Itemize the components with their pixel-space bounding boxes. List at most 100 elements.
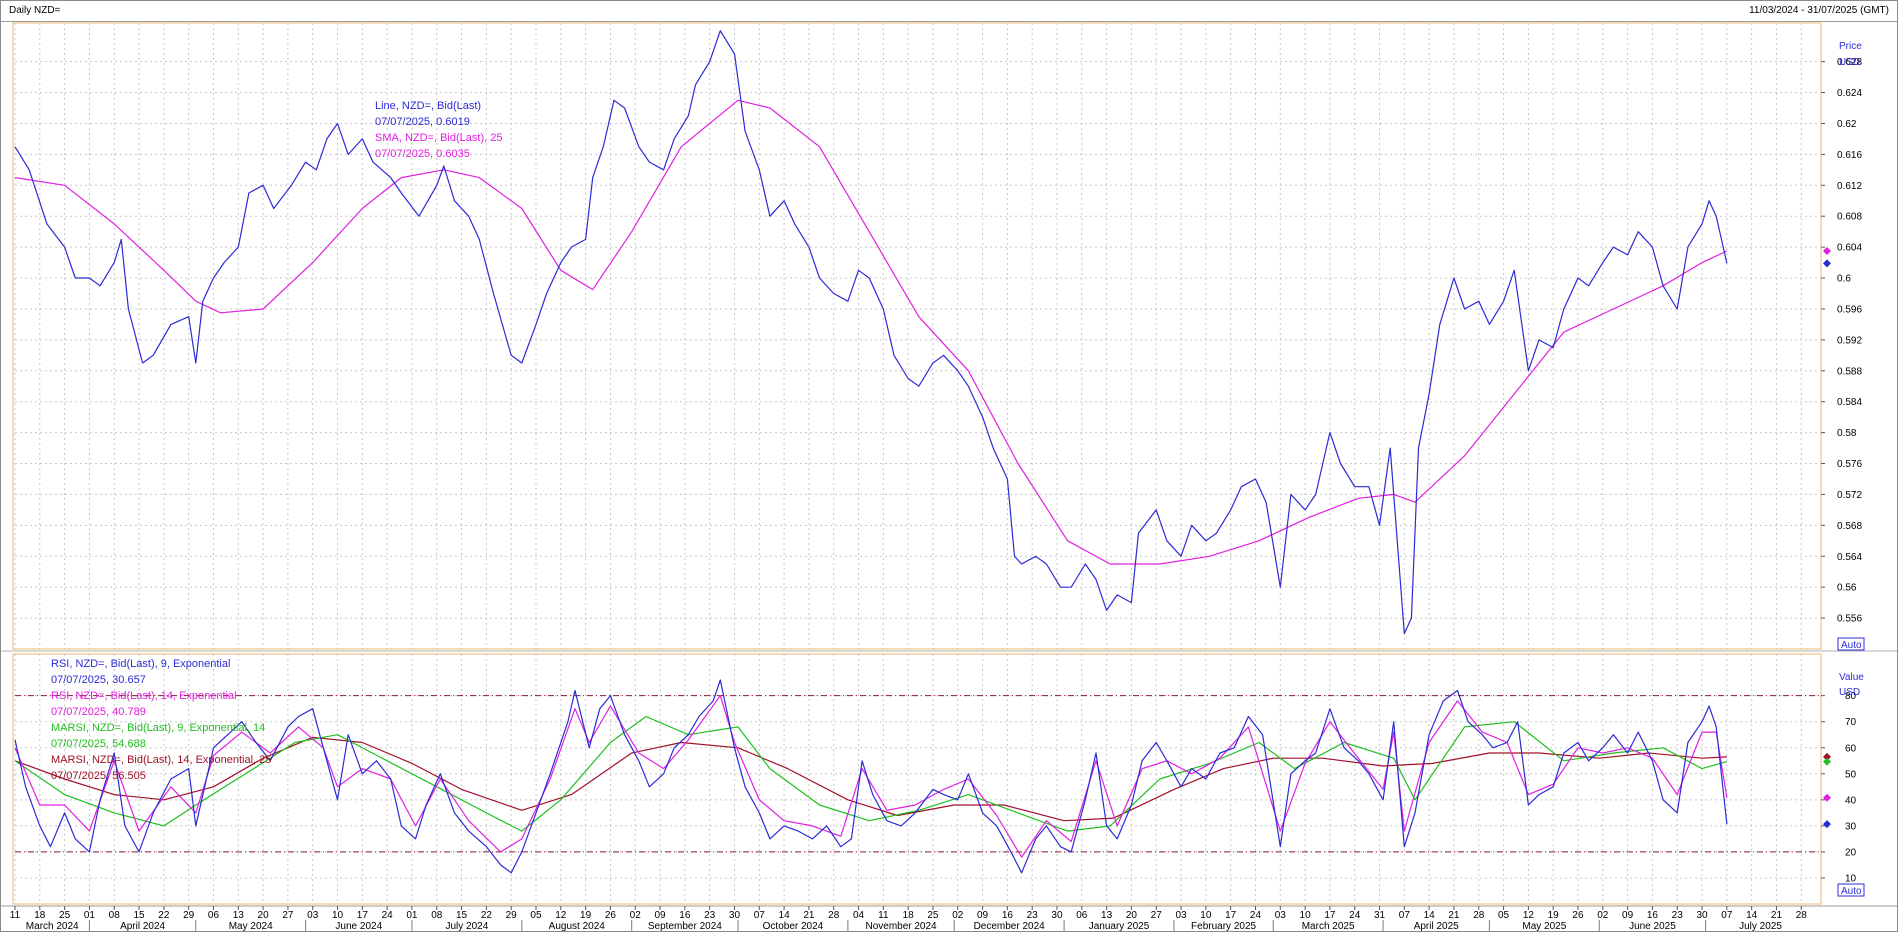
day-tick-label: 15	[456, 910, 468, 921]
price-tick-label: 0.56	[1837, 583, 1857, 594]
day-tick-label: 26	[1572, 910, 1584, 921]
day-tick-label: 12	[555, 910, 567, 921]
rsi-legend-name: RSI, NZD=, Bid(Last), 14, Exponential	[51, 690, 237, 702]
day-tick-label: 05	[1498, 910, 1510, 921]
month-label: July 2025	[1739, 921, 1782, 931]
rsi-tick-label: 70	[1845, 717, 1857, 728]
day-tick-label: 29	[183, 910, 195, 921]
price-tick-label: 0.62	[1837, 119, 1857, 130]
rsi-tick-label: 10	[1845, 873, 1857, 884]
price-tick-label: 0.612	[1837, 181, 1862, 192]
day-tick-label: 07	[1721, 910, 1733, 921]
price-tick-label: 0.576	[1837, 459, 1862, 470]
month-label: June 2024	[335, 921, 382, 931]
price-tick-label: 0.584	[1837, 397, 1862, 408]
rsi-tick-label: 30	[1845, 821, 1857, 832]
price-legend-name: SMA, NZD=, Bid(Last), 25	[375, 132, 502, 144]
rsi-legend-value: 07/07/2025, 54.688	[51, 738, 146, 750]
price-tick-label: 0.604	[1837, 243, 1862, 254]
month-label: February 2025	[1191, 921, 1256, 931]
day-tick-label: 01	[406, 910, 418, 921]
day-tick-label: 06	[208, 910, 220, 921]
price-axis-unit: USD	[1839, 57, 1860, 68]
day-tick-label: 28	[1473, 910, 1485, 921]
chart-window: Daily NZD= 11/03/2024 - 31/07/2025 (GMT)…	[0, 0, 1898, 932]
day-tick-label: 02	[952, 910, 964, 921]
day-tick-label: 08	[431, 910, 443, 921]
day-tick-label: 07	[754, 910, 766, 921]
rsi-legend-value: 07/07/2025, 56.505	[51, 770, 146, 782]
day-tick-label: 04	[853, 910, 865, 921]
rsi-panel-border	[12, 653, 1822, 905]
rsi-tick-label: 20	[1845, 847, 1857, 858]
month-label: November 2024	[865, 921, 937, 931]
month-label: March 2025	[1302, 921, 1355, 931]
day-tick-label: 02	[1597, 910, 1609, 921]
day-tick-label: 25	[59, 910, 71, 921]
day-tick-label: 21	[803, 910, 815, 921]
price-last-marker	[1823, 259, 1831, 268]
day-tick-label: 14	[779, 910, 791, 921]
rsi-tick-label: 50	[1845, 769, 1857, 780]
rsi-auto-label: Auto	[1841, 886, 1862, 897]
day-tick-label: 26	[605, 910, 617, 921]
rsi-legend-value: 07/07/2025, 30.657	[51, 674, 146, 686]
month-label: April 2025	[1414, 921, 1459, 931]
day-tick-label: 22	[158, 910, 170, 921]
marsi14-line	[14, 736, 1727, 822]
price-tick-label: 0.624	[1837, 88, 1862, 99]
day-tick-label: 12	[1523, 910, 1535, 921]
day-tick-label: 30	[729, 910, 741, 921]
day-tick-label: 20	[258, 910, 270, 921]
price-tick-label: 0.596	[1837, 304, 1862, 315]
day-tick-label: 19	[580, 910, 592, 921]
day-tick-label: 28	[828, 910, 840, 921]
day-tick-label: 03	[307, 910, 319, 921]
day-tick-label: 31	[1374, 910, 1386, 921]
day-tick-label: 16	[1647, 910, 1659, 921]
month-label: December 2024	[974, 921, 1046, 931]
day-tick-label: 10	[332, 910, 344, 921]
price-legend-name: Line, NZD=, Bid(Last)	[375, 100, 481, 112]
day-tick-label: 08	[109, 910, 121, 921]
month-label: August 2024	[549, 921, 606, 931]
month-label: April 2024	[120, 921, 165, 931]
month-label: October 2024	[763, 921, 824, 931]
rsi-legend-name: MARSI, NZD=, Bid(Last), 9, Exponential, …	[51, 722, 265, 734]
price-tick-label: 0.572	[1837, 490, 1862, 501]
month-label: January 2025	[1089, 921, 1150, 931]
month-label: September 2024	[648, 921, 722, 931]
chart-canvas[interactable]: 0.556 0.56 0.564 0.568 0.572 0.576 0.58 0.584 0.…	[1, 1, 1897, 931]
day-tick-label: 16	[679, 910, 691, 921]
price-tick-label: 0.58	[1837, 428, 1857, 439]
rsi-axis-unit: USD	[1839, 687, 1860, 698]
price-tick-label: 0.568	[1837, 521, 1862, 532]
rsi-tick-label: 60	[1845, 743, 1857, 754]
day-tick-label: 18	[903, 910, 915, 921]
day-tick-label: 18	[34, 910, 46, 921]
day-tick-label: 10	[1300, 910, 1312, 921]
month-label: July 2024	[445, 921, 488, 931]
price-tick-label: 0.592	[1837, 335, 1862, 346]
rsi-axis-title: Value	[1839, 672, 1864, 683]
rsi9-last-marker	[1823, 820, 1831, 829]
day-tick-label: 20	[1126, 910, 1138, 921]
day-tick-label: 27	[282, 910, 294, 921]
day-tick-label: 09	[977, 910, 989, 921]
rsi14-last-marker	[1823, 793, 1831, 802]
day-tick-label: 17	[1324, 910, 1336, 921]
day-tick-label: 07	[1399, 910, 1411, 921]
day-tick-label: 11	[878, 910, 889, 921]
day-tick-label: 09	[654, 910, 666, 921]
day-tick-label: 21	[1448, 910, 1460, 921]
day-tick-label: 05	[530, 910, 542, 921]
day-tick-label: 13	[233, 910, 245, 921]
rsi-legend-value: 07/07/2025, 40.789	[51, 706, 146, 718]
day-tick-label: 14	[1424, 910, 1436, 921]
price-tick-label: 0.556	[1837, 614, 1862, 625]
day-tick-label: 02	[630, 910, 642, 921]
sma-last-marker	[1823, 246, 1831, 255]
day-tick-label: 27	[1151, 910, 1163, 921]
day-tick-label: 16	[1002, 910, 1014, 921]
day-tick-label: 03	[1275, 910, 1287, 921]
